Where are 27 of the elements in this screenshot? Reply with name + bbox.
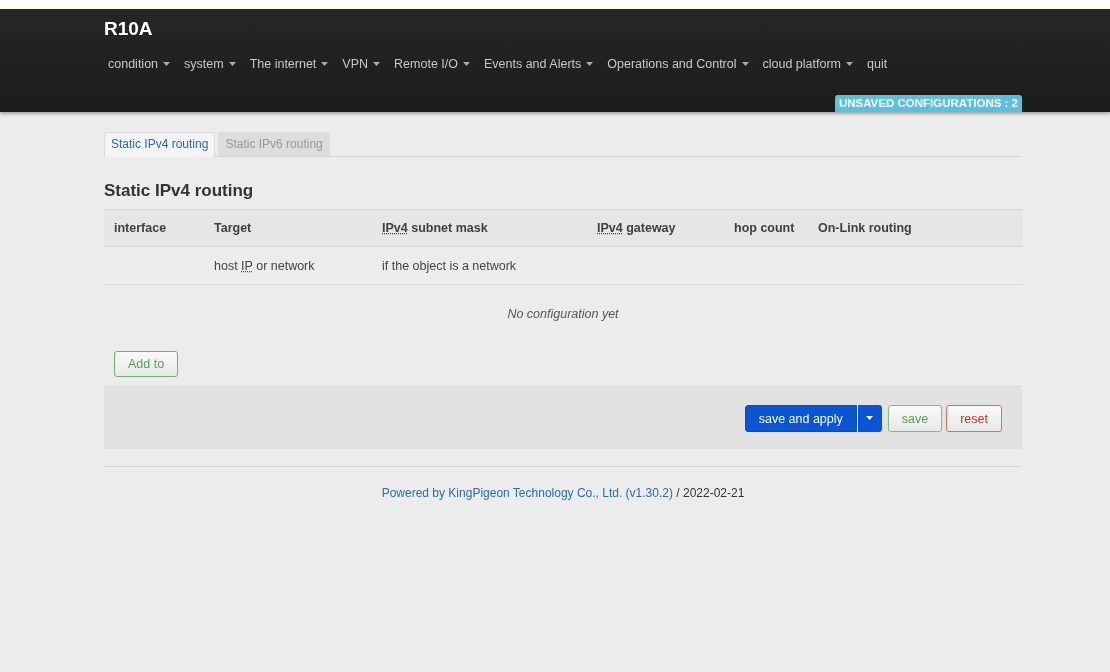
save-and-apply-button[interactable]: save and apply [744,404,857,432]
brand-title: R10A [104,18,153,40]
menu-item[interactable]: condition [101,54,178,74]
footer-link[interactable]: Powered by KingPigeon Technology Co., Ltd. (v1.30.2) [381,486,673,500]
menu-item[interactable]: Events and Alerts [477,54,601,74]
menu-item[interactable]: cloud platform [755,54,861,74]
tab[interactable]: Static IPv4 routing [104,132,216,157]
menu-item[interactable]: Operations and Control [600,54,756,74]
empty-message: No configuration yet [507,307,619,321]
column-header: interface [113,220,168,237]
column-header: IPv4 gateway [596,220,677,237]
footer-text: Powered by KingPigeon Technology Co., Ltd. (v1.30.2) / 2022-02-21 [381,486,745,500]
column-header: On-Link routing [817,220,913,237]
menu-item[interactable]: quit [860,54,895,74]
table-cell-text: if the object is a network [381,258,518,275]
section-title: Static IPv4 routing [104,181,255,201]
column-header: hop count [733,220,796,237]
table-cell-text: host IP or network [213,258,316,275]
menu-item[interactable]: Remote I/O [387,54,477,74]
menu-item[interactable]: The internet [242,54,336,74]
reset-button[interactable]: reset [946,404,1002,432]
dropdown-button[interactable] [856,404,882,432]
menu-item[interactable]: system [177,54,243,74]
column-header: Target [213,220,253,237]
menu-item[interactable]: VPN [335,54,388,74]
caret-icon [866,416,874,420]
column-header: IPv4 subnet mask [381,220,489,237]
